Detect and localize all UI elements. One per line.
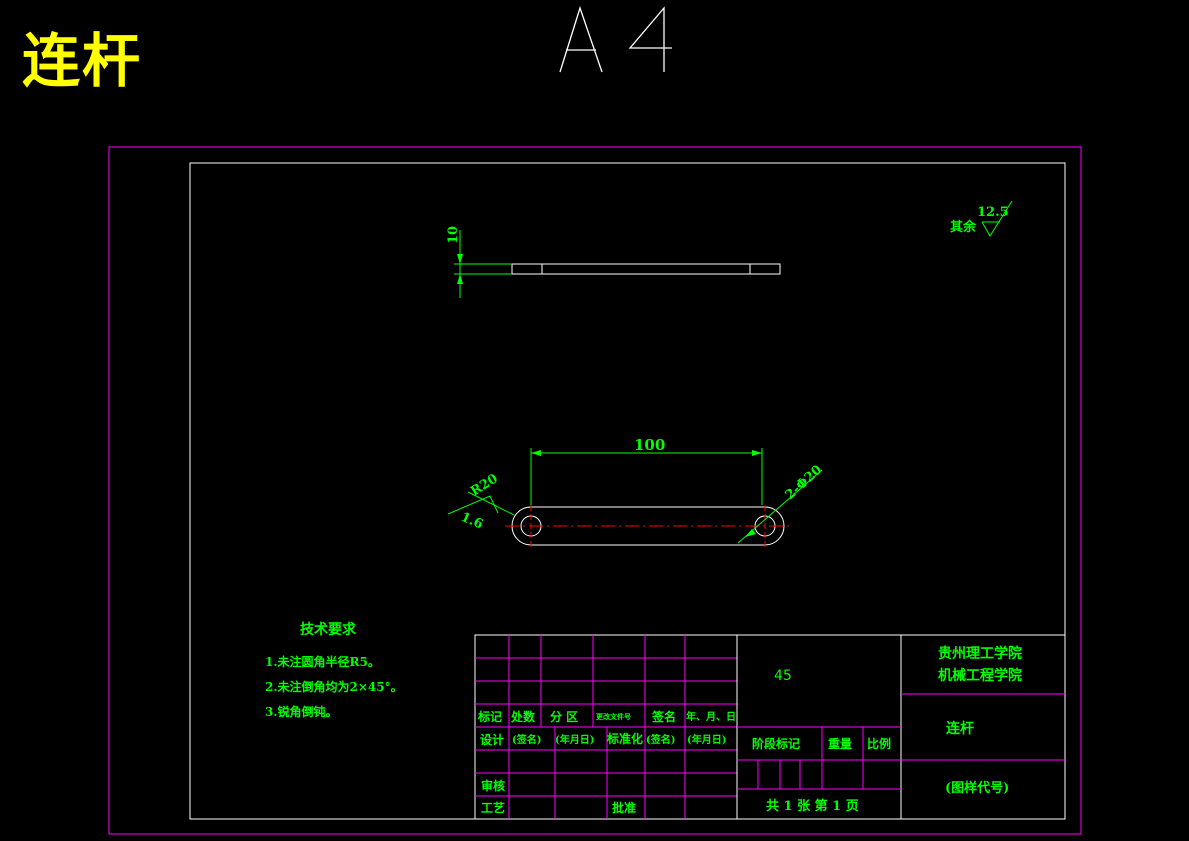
svg-text:(签名): (签名) <box>646 733 675 746</box>
svg-text:重量: 重量 <box>828 736 852 751</box>
side-view: 10 <box>446 226 781 298</box>
svg-text:1.6: 1.6 <box>458 510 485 533</box>
svg-text:审核: 审核 <box>481 778 505 793</box>
cad-drawing: A4 其余 12.5 10 100 R2 <box>108 5 1082 835</box>
tech-requirements: 技术要求 1.未注圆角半径R5。 2.未注倒角均为2×45°。 3.锐角倒钝。 <box>265 621 403 719</box>
svg-text:共 1 张 第 1 页: 共 1 张 第 1 页 <box>766 798 859 814</box>
outer-frame <box>108 146 1082 835</box>
svg-text:标准化: 标准化 <box>606 731 643 746</box>
svg-text:12.5: 12.5 <box>977 205 1009 220</box>
svg-text:(年月日): (年月日) <box>555 733 594 746</box>
svg-text:1.未注圆角半径R5。: 1.未注圆角半径R5。 <box>265 654 380 669</box>
svg-text:分 区: 分 区 <box>550 709 578 724</box>
svg-text:批准: 批准 <box>612 800 636 815</box>
svg-text:连杆: 连杆 <box>946 720 974 737</box>
svg-text:阶段标记: 阶段标记 <box>752 736 800 751</box>
svg-text:设计: 设计 <box>480 732 504 747</box>
sheet-size-label <box>559 5 672 73</box>
svg-text:(图样代号): (图样代号) <box>945 780 1009 796</box>
svg-text:年、月、日: 年、月、日 <box>686 710 736 723</box>
svg-text:标记: 标记 <box>477 709 502 724</box>
svg-text:比例: 比例 <box>867 736 891 751</box>
svg-text:机械工程学院: 机械工程学院 <box>938 667 1022 684</box>
svg-text:10: 10 <box>446 226 461 244</box>
svg-text:45: 45 <box>774 668 792 684</box>
svg-text:(签名): (签名) <box>512 733 541 746</box>
svg-text:贵州理工学院: 贵州理工学院 <box>938 645 1022 662</box>
svg-text:工艺: 工艺 <box>481 800 505 815</box>
front-view: 100 R20 1.6 2-Φ20 <box>447 436 826 550</box>
svg-text:更改文件号: 更改文件号 <box>596 712 631 721</box>
svg-text:签名: 签名 <box>651 709 676 724</box>
svg-text:100: 100 <box>634 436 665 454</box>
svg-text:(年月日): (年月日) <box>687 733 726 746</box>
svg-text:2-Φ20: 2-Φ20 <box>783 462 826 502</box>
roughness-symbol: 其余 12.5 <box>950 200 1013 237</box>
svg-text:2.未注倒角均为2×45°。: 2.未注倒角均为2×45°。 <box>265 679 403 694</box>
svg-text:R20: R20 <box>468 471 500 499</box>
svg-text:处数: 处数 <box>510 709 536 724</box>
svg-text:技术要求: 技术要求 <box>300 621 357 638</box>
svg-text:3.锐角倒钝。: 3.锐角倒钝。 <box>265 704 338 719</box>
svg-text:其余: 其余 <box>950 219 977 235</box>
